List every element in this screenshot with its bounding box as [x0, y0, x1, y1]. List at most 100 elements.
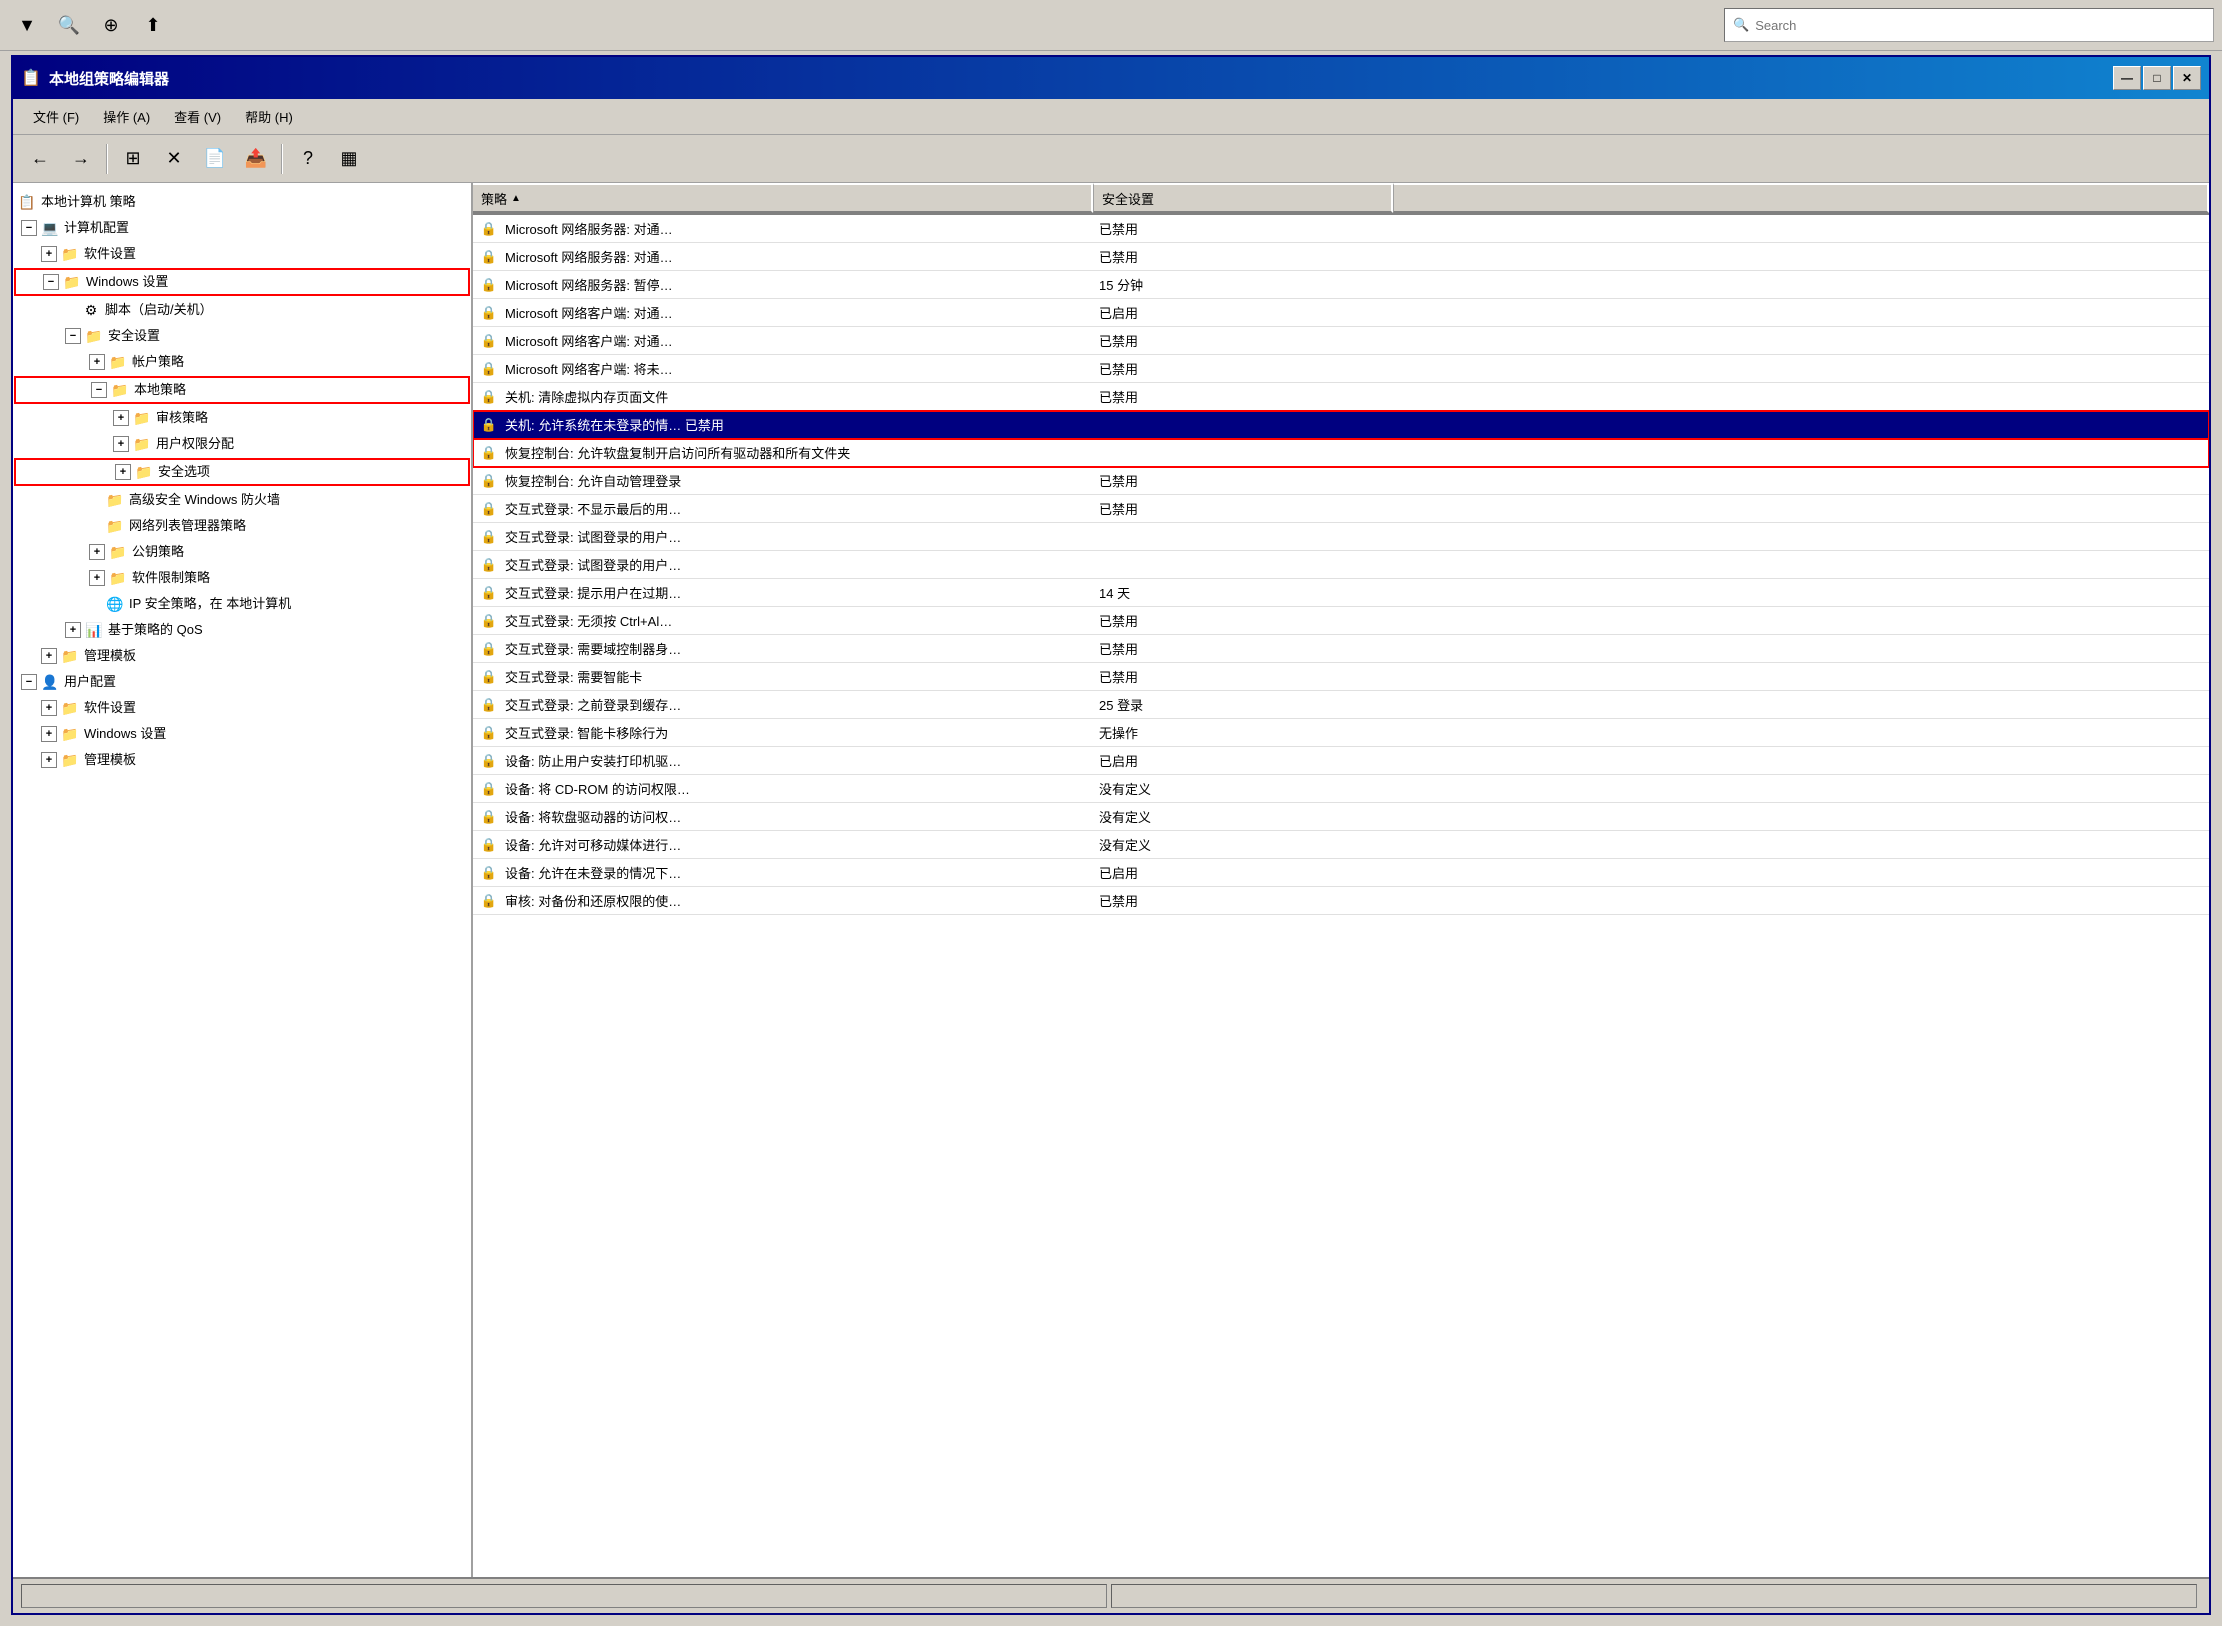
expander-security[interactable]: − — [65, 328, 81, 344]
toolbar-delete[interactable]: ✕ — [155, 141, 193, 177]
policy-row-4[interactable]: 🔒 Microsoft 网络客户端: 对通… 已启用 — [473, 299, 2209, 327]
tree-item-qos[interactable]: + 📊 基于策略的 QoS — [13, 617, 471, 643]
expander-local[interactable]: − — [91, 382, 107, 398]
policy-row-22[interactable]: 🔒 设备: 将软盘驱动器的访问权… 没有定义 — [473, 803, 2209, 831]
expander-account[interactable]: + — [89, 354, 105, 370]
menu-file[interactable]: 文件 (F) — [21, 103, 91, 130]
toolbar-help[interactable]: ? — [289, 141, 327, 177]
policy-row-1[interactable]: 🔒 Microsoft 网络服务器: 对通… 已禁用 — [473, 215, 2209, 243]
policy-row-6[interactable]: 🔒 Microsoft 网络客户端: 将未… 已禁用 — [473, 355, 2209, 383]
policy-row-16[interactable]: 🔒 交互式登录: 需要域控制器身… 已禁用 — [473, 635, 2209, 663]
col-header-security[interactable]: 安全设置 — [1093, 183, 1393, 213]
tree-item-security-settings[interactable]: − 📁 安全设置 — [13, 323, 471, 349]
policy-row-11[interactable]: 🔒 交互式登录: 不显示最后的用… 已禁用 — [473, 495, 2209, 523]
os-back-btn[interactable]: ▼ — [8, 7, 46, 43]
expander-software[interactable]: + — [41, 246, 57, 262]
expander-windows[interactable]: − — [43, 274, 59, 290]
policy-row-25[interactable]: 🔒 审核: 对备份和还原权限的使… 已禁用 — [473, 887, 2209, 915]
tree-item-scripts[interactable]: ⚙ 脚本（启动/关机） — [13, 297, 471, 323]
expander-admin-user[interactable]: + — [41, 752, 57, 768]
policy-row-18[interactable]: 🔒 交互式登录: 之前登录到缓存… 25 登录 — [473, 691, 2209, 719]
expander-software-user[interactable]: + — [41, 700, 57, 716]
tree-item-software-restrict[interactable]: + 📁 软件限制策略 — [13, 565, 471, 591]
tree-item-root[interactable]: 📋 本地计算机 策略 — [13, 189, 471, 215]
menu-action[interactable]: 操作 (A) — [91, 103, 162, 130]
toolbar: ← → ⊞ ✕ 📄 📤 ? ▦ — [13, 135, 2209, 183]
tree-item-network-list[interactable]: 📁 网络列表管理器策略 — [13, 513, 471, 539]
policy-row-23[interactable]: 🔒 设备: 允许对可移动媒体进行… 没有定义 — [473, 831, 2209, 859]
toolbar-forward[interactable]: → — [62, 141, 100, 177]
search-input[interactable] — [1755, 18, 2205, 33]
policy-row-20[interactable]: 🔒 设备: 防止用户安装打印机驱… 已启用 — [473, 747, 2209, 775]
tree-item-admin-templates[interactable]: + 📁 管理模板 — [13, 643, 471, 669]
policy-row-5[interactable]: 🔒 Microsoft 网络客户端: 对通… 已禁用 — [473, 327, 2209, 355]
toolbar-view[interactable]: ▦ — [330, 141, 368, 177]
policy-row-24[interactable]: 🔒 设备: 允许在未登录的情况下… 已启用 — [473, 859, 2209, 887]
tree-item-admin-user[interactable]: + 📁 管理模板 — [13, 747, 471, 773]
tree-item-audit[interactable]: + 📁 审核策略 — [13, 405, 471, 431]
menu-help[interactable]: 帮助 (H) — [233, 103, 305, 130]
expander-security-options[interactable]: + — [115, 464, 131, 480]
ip-label: IP 安全策略，在 本地计算机 — [129, 593, 291, 615]
maximize-button[interactable]: □ — [2143, 66, 2171, 90]
policy-icon-13: 🔒 — [477, 553, 501, 577]
expander-audit[interactable]: + — [113, 410, 129, 426]
toolbar-properties[interactable]: 📄 — [196, 141, 234, 177]
policy-row-17[interactable]: 🔒 交互式登录: 需要智能卡 已禁用 — [473, 663, 2209, 691]
menu-bar: 文件 (F) 操作 (A) 查看 (V) 帮助 (H) — [13, 99, 2209, 135]
close-button[interactable]: ✕ — [2173, 66, 2201, 90]
policy-row-19[interactable]: 🔒 交互式登录: 智能卡移除行为 无操作 — [473, 719, 2209, 747]
os-zoom-in-btn[interactable]: ⊕ — [92, 7, 130, 43]
tree-item-local-policy[interactable]: − 📁 本地策略 — [15, 377, 469, 403]
policy-value-18: 25 登录 — [1091, 695, 1391, 714]
policy-row-10[interactable]: 🔒 恢复控制台: 允许自动管理登录 已禁用 — [473, 467, 2209, 495]
policy-row-15[interactable]: 🔒 交互式登录: 无须按 Ctrl+Al… 已禁用 — [473, 607, 2209, 635]
policy-row-3[interactable]: 🔒 Microsoft 网络服务器: 暂停… 15 分钟 — [473, 271, 2209, 299]
tree-item-computer-config[interactable]: − 💻 计算机配置 — [13, 215, 471, 241]
toolbar-back[interactable]: ← — [21, 141, 59, 177]
expander-windows-user[interactable]: + — [41, 726, 57, 742]
tree-item-account-policy[interactable]: + 📁 帐户策略 — [13, 349, 471, 375]
os-search-btn[interactable]: 🔍 — [50, 7, 88, 43]
policy-row-13[interactable]: 🔒 交互式登录: 试图登录的用户… — [473, 551, 2209, 579]
tree-item-software-user[interactable]: + 📁 软件设置 — [13, 695, 471, 721]
toolbar-sep-1 — [106, 144, 108, 174]
policy-row-9[interactable]: 🔒 恢复控制台: 允许软盘复制开启访问所有驱动器和所有文件夹 — [473, 439, 2209, 467]
user-config-label: 用户配置 — [64, 671, 116, 693]
policy-icon-10: 🔒 — [477, 469, 501, 493]
expander-admin[interactable]: + — [41, 648, 57, 664]
toolbar-export[interactable]: 📤 — [237, 141, 275, 177]
expander-computer-config[interactable]: − — [21, 220, 37, 236]
tree-item-user-config[interactable]: − 👤 用户配置 — [13, 669, 471, 695]
left-pane: 📋 本地计算机 策略 − 💻 计算机配置 + 📁 软件设置 − — [13, 183, 473, 1577]
expander-swrestrict[interactable]: + — [89, 570, 105, 586]
minimize-button[interactable]: — — [2113, 66, 2141, 90]
tree-item-software-settings[interactable]: + 📁 软件设置 — [13, 241, 471, 267]
policy-list: 🔒 Microsoft 网络服务器: 对通… 已禁用 🔒 Microsoft 网… — [473, 215, 2209, 1577]
ip-icon: 🌐 — [105, 595, 125, 613]
expander-user-rights[interactable]: + — [113, 436, 129, 452]
tree-item-windows-user[interactable]: + 📁 Windows 设置 — [13, 721, 471, 747]
tree-item-pubkey[interactable]: + 📁 公钥策略 — [13, 539, 471, 565]
tree-item-firewall[interactable]: 📁 高级安全 Windows 防火墙 — [13, 487, 471, 513]
policy-row-12[interactable]: 🔒 交互式登录: 试图登录的用户… — [473, 523, 2209, 551]
software-label: 软件设置 — [84, 243, 136, 265]
expander-qos[interactable]: + — [65, 622, 81, 638]
toolbar-show-hide[interactable]: ⊞ — [114, 141, 152, 177]
policy-row-2[interactable]: 🔒 Microsoft 网络服务器: 对通… 已禁用 — [473, 243, 2209, 271]
tree-item-security-options[interactable]: + 📁 安全选项 — [15, 459, 469, 485]
expander-user-config[interactable]: − — [21, 674, 37, 690]
tree-item-ip-security[interactable]: 🌐 IP 安全策略，在 本地计算机 — [13, 591, 471, 617]
expander-pubkey[interactable]: + — [89, 544, 105, 560]
policy-row-14[interactable]: 🔒 交互式登录: 提示用户在过期… 14 天 — [473, 579, 2209, 607]
policy-name-6: Microsoft 网络客户端: 将未… — [501, 359, 1091, 378]
menu-view[interactable]: 查看 (V) — [162, 103, 233, 130]
os-search-box[interactable]: 🔍 — [1724, 8, 2214, 42]
tree-item-user-rights[interactable]: + 📁 用户权限分配 — [13, 431, 471, 457]
policy-row-21[interactable]: 🔒 设备: 将 CD-ROM 的访问权限… 没有定义 — [473, 775, 2209, 803]
tree-item-windows-settings[interactable]: − 📁 Windows 设置 — [15, 269, 469, 295]
os-share-btn[interactable]: ⬆ — [134, 7, 172, 43]
policy-row-7[interactable]: 🔒 关机: 清除虚拟内存页面文件 已禁用 — [473, 383, 2209, 411]
policy-row-8[interactable]: 🔒 关机: 允许系统在未登录的情… 已禁用 — [473, 411, 2209, 439]
col-header-policy[interactable]: 策略 ▲ — [473, 183, 1093, 213]
